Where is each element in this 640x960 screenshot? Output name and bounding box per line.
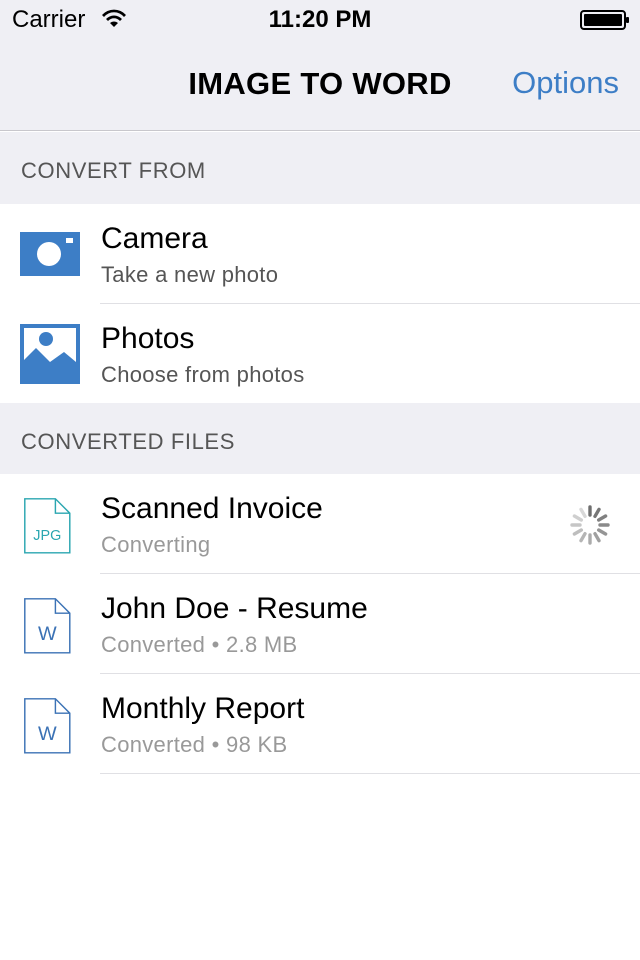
word-file-icon: W	[24, 698, 71, 754]
photos-row[interactable]: Photos Choose from photos	[0, 304, 640, 404]
section-header-label: CONVERT FROM	[21, 158, 206, 183]
photos-icon	[20, 324, 80, 384]
photos-title: Photos	[101, 322, 195, 355]
file-row-scanned-invoice[interactable]: JPG Scanned Invoice Converting	[0, 474, 640, 574]
clock: 11:20 PM	[268, 6, 372, 33]
jpg-file-icon: JPG	[24, 498, 71, 554]
word-file-label: W	[38, 623, 57, 645]
file-title: Scanned Invoice	[101, 492, 323, 525]
file-status: Converting	[101, 532, 211, 557]
camera-icon	[20, 232, 80, 276]
section-header-label: CONVERTED FILES	[21, 429, 235, 454]
word-file-icon: W	[24, 598, 71, 654]
camera-row[interactable]: Camera Take a new photo	[0, 204, 640, 304]
camera-title: Camera	[101, 222, 208, 255]
jpg-file-label: JPG	[33, 528, 61, 544]
word-file-label: W	[38, 723, 57, 745]
section-header-converted-files: CONVERTED FILES	[0, 403, 640, 475]
camera-subtitle: Take a new photo	[101, 262, 279, 287]
options-button[interactable]: Options	[512, 65, 619, 101]
status-bar: Carrier 11:20 PM	[0, 0, 640, 40]
battery-icon	[580, 10, 629, 30]
section-header-convert-from: CONVERT FROM	[0, 132, 640, 204]
file-row-monthly-report[interactable]: W Monthly Report Converted • 98 KB	[0, 674, 640, 774]
loading-spinner-icon	[570, 505, 610, 545]
top-bar: Carrier 11:20 PM IMAGE TO WORD Options	[0, 0, 640, 131]
file-status: Converted • 2.8 MB	[101, 632, 298, 657]
file-title: Monthly Report	[101, 692, 305, 725]
file-status: Converted • 98 KB	[101, 732, 288, 757]
file-row-john-doe-resume[interactable]: W John Doe - Resume Converted • 2.8 MB	[0, 574, 640, 674]
file-title: John Doe - Resume	[101, 592, 368, 625]
row-divider	[100, 773, 640, 774]
photos-subtitle: Choose from photos	[101, 362, 305, 387]
